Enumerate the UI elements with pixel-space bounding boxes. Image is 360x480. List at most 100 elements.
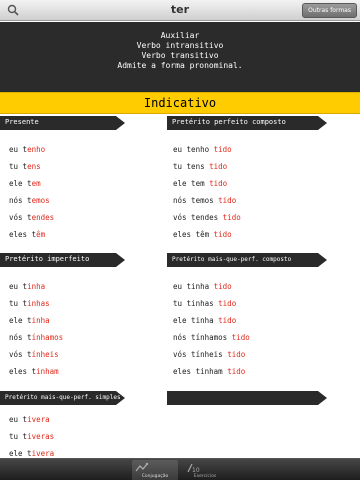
conjugation-ending: tido (231, 333, 250, 342)
conjugation-stem: ele t (9, 316, 32, 325)
conjugation-stem: eu t (9, 145, 28, 154)
tab-exercises[interactable]: 10 Exercícios (182, 460, 228, 480)
conjugation-ending: tido (209, 162, 228, 171)
conjugation-stem: tu tinhas (173, 299, 219, 308)
conjugation-stem: tu tens (173, 162, 210, 171)
conjugation-ending: iveras (27, 432, 55, 441)
tense-block-imperfeito: Pretérito imperfeito eu tinha tu tinhas el… (0, 253, 175, 380)
conjugation-list: eu tenho tu tens ele tem nós temos vós tende… (0, 141, 175, 243)
conjugation-ending: inhas (27, 299, 50, 308)
conjugation-row: nós temos tido (173, 192, 342, 209)
conjugation-stem: nós temos (173, 196, 219, 205)
conjugation-row: tu tinhas tido (173, 295, 342, 312)
other-forms-button[interactable]: Outras formas (302, 3, 357, 18)
conjugation-ending: endes (31, 213, 55, 222)
verb-info-line: Verbo transitivo (141, 51, 219, 60)
conjugation-row: eles têm (9, 226, 175, 243)
conjugation-ending: tido (218, 299, 237, 308)
conjugation-stem: tu t (9, 432, 28, 441)
conjugation-ending: inha (31, 316, 50, 325)
conjugation-ending: emos (31, 196, 50, 205)
tense-label: Pretérito imperfeito (0, 253, 125, 267)
conjugation-row: vós tendes (9, 209, 175, 226)
verb-info-panel: Auxiliar Verbo intransitivo Verbo transi… (0, 22, 360, 92)
conjugation-ending: tido (213, 230, 232, 239)
conjugation-row: eles tinham tido (173, 363, 342, 380)
conjugation-stem: ele tem (173, 179, 210, 188)
conjugation-row: tu tens (9, 158, 175, 175)
conjugation-ending: ens (27, 162, 41, 171)
conjugation-stem: eu t (9, 415, 28, 424)
conjugation-ending: tido (213, 282, 232, 291)
conjugation-row: vós tendes tido (173, 209, 342, 226)
conjugation-ending: tido (209, 179, 228, 188)
conjugation-row: tu tiveras (9, 428, 175, 445)
conjugation-ending: inha (27, 282, 46, 291)
conjugation-row: tu tinhas (9, 295, 175, 312)
conjugation-ending: tido (227, 350, 246, 359)
conjugation-row: nós tínhamos (9, 329, 175, 346)
conjugation-row: ele tem tido (173, 175, 342, 192)
conjugation-stem: tu t (9, 162, 28, 171)
tense-label: Pretérito perfeito composto (167, 116, 327, 130)
conjugation-stem: tu t (9, 299, 28, 308)
tense-block-mais-que-perf-simples: Pretérito mais-que-perf. simples eu tive… (0, 391, 175, 462)
tense-label: Presente (0, 116, 125, 130)
conjugation-ending: tido (218, 316, 237, 325)
conjugation-row: eles tinham (9, 363, 175, 380)
conjugation-row: vós tínheis tido (173, 346, 342, 363)
tense-label: Pretérito mais-que-perf. composto (167, 253, 327, 267)
conjugation-stem: eles tinham (173, 367, 228, 376)
conjugation-stem: vós t (9, 213, 32, 222)
top-bar: ter Outras formas (0, 0, 360, 21)
conjugation-stem: eles t (9, 367, 37, 376)
tense-block-empty (167, 391, 342, 405)
conjugation-stem: ele t (9, 449, 32, 458)
conjugation-ending: tido (222, 213, 241, 222)
conjugation-list: eu tinha tido tu tinhas tido ele tinha tid… (167, 278, 342, 380)
conjugation-stem: vós tínheis (173, 350, 228, 359)
conjugation-ending: ínheis (31, 350, 59, 359)
conjugation-stem: eles t (9, 230, 37, 239)
conjugation-list: eu tinha tu tinhas ele tinha nós tínhamos vó… (0, 278, 175, 380)
conjugation-row: eu tenho (9, 141, 175, 158)
tab-conjugation[interactable]: Conjugação (132, 460, 178, 480)
conjugation-ending: êm (36, 230, 46, 239)
conjugation-row: nós temos (9, 192, 175, 209)
conjugation-stem: eu tenho (173, 145, 214, 154)
verb-info-line: Verbo intransitivo (136, 41, 224, 50)
conjugation-row: tu tens tido (173, 158, 342, 175)
conjugation-stem: ele tinha (173, 316, 219, 325)
verb-info-line: Admite a forma pronominal. (117, 61, 243, 70)
conjugation-stem: vós tendes (173, 213, 223, 222)
tense-label: Pretérito mais-que-perf. simples (0, 391, 125, 405)
conjugation-stem: nós t (9, 196, 32, 205)
conjugation-ending: tido (227, 367, 246, 376)
conjugation-stem: nós tínhamos (173, 333, 232, 342)
tense-block-mais-que-perf-composto: Pretérito mais-que-perf. composto eu tin… (167, 253, 342, 380)
tense-block-perfeito-composto: Pretérito perfeito composto eu tenho tid… (167, 116, 342, 243)
conjugation-row: ele tinha (9, 312, 175, 329)
conjugation-stem: nós t (9, 333, 32, 342)
verb-info-line: Auxiliar (160, 31, 200, 40)
conjugation-ending: tido (213, 145, 232, 154)
conjugation-ending: tido (218, 196, 237, 205)
tab-label: Conjugação (141, 474, 169, 479)
conjugation-ending: ivera (27, 415, 50, 424)
conjugation-icon (135, 462, 149, 472)
conjugation-stem: vós t (9, 350, 32, 359)
conjugation-list: eu tenho tido tu tens tido ele tem tido nós… (167, 141, 342, 243)
conjugation-ending: inham (36, 367, 59, 376)
conjugation-row: ele tinha tido (173, 312, 342, 329)
conjugation-stem: eu tinha (173, 282, 214, 291)
conjugation-row: eu tivera (9, 411, 175, 428)
exercises-icon: 10 (187, 463, 200, 474)
tense-block-presente: Presente eu tenho tu tens ele tem nós temos… (0, 116, 175, 243)
conjugation-ending: em (31, 179, 41, 188)
conjugation-row: ele tem (9, 175, 175, 192)
conjugation-list: eu tivera tu tiveras ele tivera (0, 411, 175, 462)
mood-header: Indicativo (0, 92, 360, 114)
svg-text:10: 10 (192, 467, 200, 474)
conjugation-row: eu tenho tido (173, 141, 342, 158)
conjugation-ending: enho (27, 145, 46, 154)
